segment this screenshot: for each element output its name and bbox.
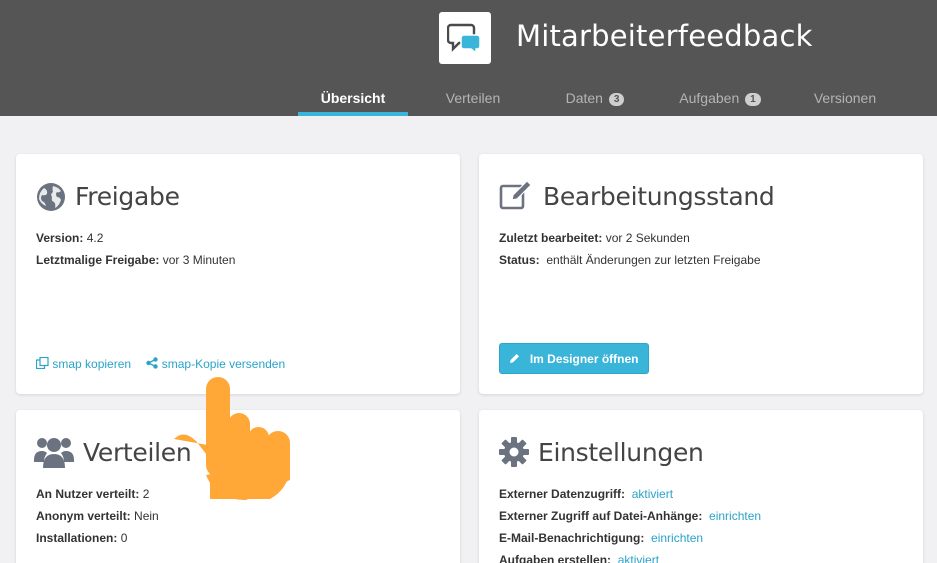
last-release-label: Letztmalige Freigabe:	[36, 253, 160, 267]
copy-smap-link[interactable]: smap kopieren	[35, 356, 134, 371]
last-edited-row: Zuletzt bearbeitet: vor 2 Sekunden	[499, 227, 761, 249]
installs-label: Installationen:	[36, 531, 118, 545]
last-release-row: Letztmalige Freigabe: vor 3 Minuten	[36, 249, 235, 271]
setting-label: Aufgaben erstellen:	[499, 553, 612, 563]
last-edited-label: Zuletzt bearbeitet:	[499, 231, 603, 245]
app-logo	[439, 12, 491, 64]
card-title: Einstellungen	[538, 438, 704, 467]
setting-label: E-Mail-Benachrichtigung:	[499, 531, 645, 545]
open-designer-button[interactable]: Im Designer öffnen	[499, 343, 649, 374]
tab-label: Daten	[565, 90, 603, 106]
copy-icon	[35, 356, 49, 370]
installs-row: Installationen: 0	[36, 527, 159, 549]
status-row: Status: enthält Änderungen zur letzten F…	[499, 249, 761, 271]
bearbeitung-info: Zuletzt bearbeitet: vor 2 Sekunden Statu…	[499, 227, 761, 271]
anon-row: Anonym verteilt: Nein	[36, 505, 159, 527]
einstellungen-info: Externer Datenzugriff: aktiviert Externe…	[499, 483, 761, 563]
freigabe-links: smap kopieren smap-Kopie versenden	[35, 356, 297, 371]
app-header: Mitarbeiterfeedback Übersicht Verteilen …	[0, 0, 937, 116]
verteilen-info: An Nutzer verteilt: 2 Anonym verteilt: N…	[36, 483, 159, 549]
setting-label: Externer Zugriff auf Datei-Anhänge:	[499, 509, 703, 523]
card-title: Bearbeitungsstand	[543, 182, 775, 211]
tab-bar: Übersicht Verteilen Daten 3 Aufgaben 1 V…	[0, 80, 937, 116]
setting-value-link[interactable]: einrichten	[651, 531, 703, 545]
anon-label: Anonym verteilt:	[36, 509, 131, 523]
tab-versionen[interactable]: Versionen	[800, 80, 890, 116]
tab-label: Aufgaben	[679, 90, 740, 106]
setting-row: Externer Zugriff auf Datei-Anhänge: einr…	[499, 505, 761, 527]
setting-value-link[interactable]: einrichten	[709, 509, 761, 523]
tab-uebersicht[interactable]: Übersicht	[298, 80, 408, 116]
freigabe-card: Freigabe Version: 4.2 Letztmalige Freiga…	[16, 154, 460, 394]
status-label: Status:	[499, 253, 540, 267]
users-row: An Nutzer verteilt: 2	[36, 483, 159, 505]
version-label: Version:	[36, 231, 84, 245]
setting-row: Aufgaben erstellen: aktiviert	[499, 549, 761, 563]
tab-badge: 1	[745, 93, 761, 106]
tab-aufgaben[interactable]: Aufgaben 1	[665, 80, 775, 116]
last-edited-value: vor 2 Sekunden	[605, 231, 690, 245]
tab-verteilen[interactable]: Verteilen	[428, 80, 518, 116]
tab-label: Übersicht	[320, 90, 386, 106]
edit-icon	[499, 181, 532, 210]
tab-label: Versionen	[813, 90, 877, 106]
setting-value-link[interactable]: aktiviert	[632, 487, 673, 501]
anon-value: Nein	[134, 509, 159, 523]
pencil-icon	[510, 354, 520, 363]
globe-icon	[37, 183, 65, 211]
version-row: Version: 4.2	[36, 227, 235, 249]
installs-value: 0	[120, 531, 128, 545]
share-smap-link[interactable]: smap-Kopie versenden	[146, 357, 285, 371]
share-icon	[146, 357, 159, 369]
setting-label: Externer Datenzugriff:	[499, 487, 626, 501]
version-value: 4.2	[86, 231, 104, 245]
open-designer-label: Im Designer öffnen	[529, 352, 639, 366]
freigabe-info: Version: 4.2 Letztmalige Freigabe: vor 3…	[36, 227, 235, 271]
card-title: Freigabe	[75, 182, 180, 211]
last-release-value: vor 3 Minuten	[162, 253, 236, 267]
users-value: 2	[142, 487, 150, 501]
setting-row: E-Mail-Benachrichtigung: einrichten	[499, 527, 761, 549]
copy-smap-label: smap kopieren	[52, 357, 132, 371]
users-icon	[34, 438, 74, 468]
status-value: enthält Änderungen zur letzten Freigabe	[546, 253, 761, 267]
tab-badge: 3	[608, 93, 625, 106]
pointing-hand-icon	[174, 377, 290, 500]
tab-label: Verteilen	[445, 90, 501, 106]
bearbeitungsstand-card: Bearbeitungsstand Zuletzt bearbeitet: vo…	[479, 154, 923, 394]
chat-bubbles-icon	[447, 23, 481, 55]
gear-icon	[499, 437, 529, 467]
users-label: An Nutzer verteilt:	[36, 487, 140, 501]
app-title: Mitarbeiterfeedback	[516, 19, 813, 53]
setting-value-link[interactable]: aktiviert	[618, 553, 659, 563]
share-smap-label: smap-Kopie versenden	[161, 357, 286, 371]
setting-row: Externer Datenzugriff: aktiviert	[499, 483, 761, 505]
tab-daten[interactable]: Daten 3	[550, 80, 640, 116]
einstellungen-card: Einstellungen Externer Datenzugriff: akt…	[479, 410, 923, 563]
